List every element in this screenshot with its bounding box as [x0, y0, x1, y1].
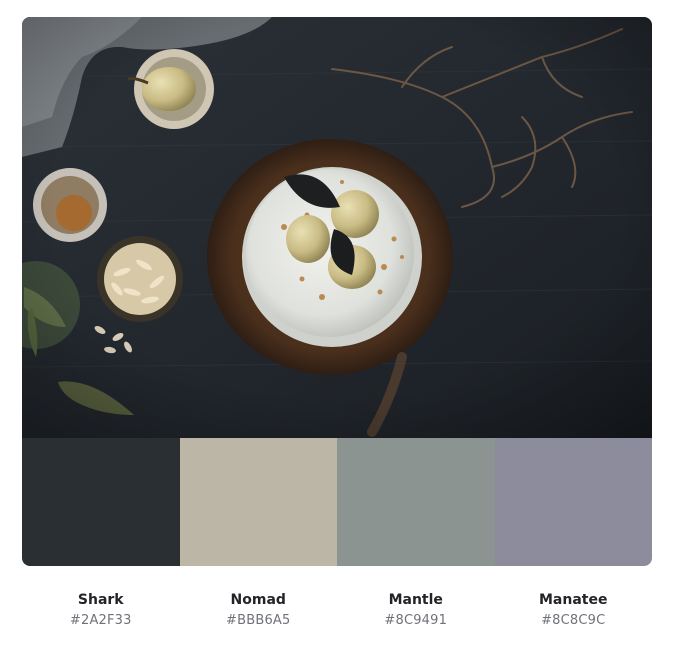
color-name: Nomad [230, 592, 286, 608]
color-hex[interactable]: #8C8C9C [495, 612, 653, 630]
color-name: Manatee [539, 592, 608, 608]
swatch-nomad[interactable] [179, 438, 337, 566]
food-photo [22, 17, 652, 438]
palette-card [22, 17, 652, 566]
color-label-mantle: Mantle #8C9491 [337, 590, 495, 630]
color-name: Mantle [388, 592, 443, 608]
color-label-nomad: Nomad #BBB6A5 [180, 590, 338, 630]
swatch-shark[interactable] [22, 438, 180, 566]
color-hex[interactable]: #BBB6A5 [180, 612, 338, 630]
swatch-manatee[interactable] [494, 438, 652, 566]
color-label-manatee: Manatee #8C8C9C [495, 590, 653, 630]
color-labels: Shark #2A2F33 Nomad #BBB6A5 Mantle #8C94… [22, 590, 652, 630]
color-name: Shark [77, 592, 124, 608]
color-hex[interactable]: #2A2F33 [22, 612, 180, 630]
color-label-shark: Shark #2A2F33 [22, 590, 180, 630]
color-hex[interactable]: #8C9491 [337, 612, 495, 630]
swatch-mantle[interactable] [337, 438, 495, 566]
color-swatches [22, 438, 652, 566]
